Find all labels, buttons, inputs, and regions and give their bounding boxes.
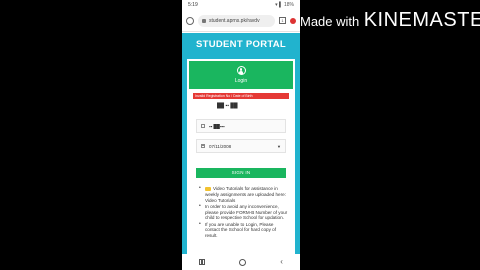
url-text: student.aprns.pk/ravdv [209, 17, 260, 24]
masked-value: ██ ▪▪ ██ [217, 103, 238, 109]
lock-icon [202, 18, 206, 23]
nav-home-icon[interactable] [239, 258, 247, 266]
page-title: STUDENT PORTAL [195, 39, 287, 50]
list-item: If you are unable to Login, Please conta… [199, 222, 289, 239]
notes-list: Video Tutorials for assistance in weekly… [199, 186, 289, 239]
menu-icon[interactable] [290, 17, 296, 24]
address-bar[interactable]: student.aprns.pk/ravdv [198, 14, 275, 27]
home-icon[interactable] [186, 16, 194, 25]
login-header: Login [187, 59, 295, 89]
android-nav-bar: ‹ [182, 254, 300, 270]
registration-value: ▪▪ ██▪▪▪ [209, 123, 225, 129]
video-icon [205, 186, 211, 191]
note-text: If you are unable to Login, Please conta… [205, 221, 276, 239]
watermark: Made with KINEMASTER [300, 9, 480, 32]
date-of-birth-value: 07/11/2008 [209, 143, 232, 149]
id-card-icon [201, 124, 205, 128]
portal-page: STUDENT PORTAL Login Invalid Registratio… [182, 33, 300, 270]
user-icon [236, 66, 246, 75]
recent-apps-icon[interactable] [199, 259, 206, 265]
back-icon[interactable]: ‹ [280, 258, 283, 266]
status-time: 5:19 [188, 2, 198, 8]
list-item: Video Tutorials for assistance in weekly… [199, 186, 289, 203]
watermark-brand: KINEMASTER [363, 9, 480, 31]
date-of-birth-field[interactable]: 07/11/2008 ▼ [196, 139, 286, 153]
browser-toolbar: student.aprns.pk/ravdv 1 [182, 10, 300, 32]
status-bar: 5:19 ▾ ▌ 18% [182, 0, 300, 10]
list-item: In order to avoid any inconvenience, ple… [199, 204, 289, 221]
sign-in-button[interactable]: SIGN IN [196, 168, 286, 178]
watermark-made-with: Made with [300, 14, 360, 29]
login-label: Login [234, 78, 248, 84]
tabs-icon[interactable]: 1 [279, 17, 286, 24]
registration-field[interactable]: ▪▪ ██▪▪▪ [196, 119, 286, 133]
calendar-icon [201, 144, 205, 148]
note-text: Video Tutorials for assistance in weekly… [205, 186, 286, 203]
status-indicators: ▾ ▌ 18% [275, 2, 294, 8]
phone-screen: 5:19 ▾ ▌ 18% student.aprns.pk/ravdv 1 ST… [182, 0, 300, 270]
error-alert: Invalid Registration No / Date of Birth [193, 93, 289, 99]
login-card: Invalid Registration No / Date of Birth … [187, 89, 295, 270]
note-text: In order to avoid any inconvenience, ple… [205, 203, 288, 221]
chevron-down-icon: ▼ [277, 143, 281, 149]
